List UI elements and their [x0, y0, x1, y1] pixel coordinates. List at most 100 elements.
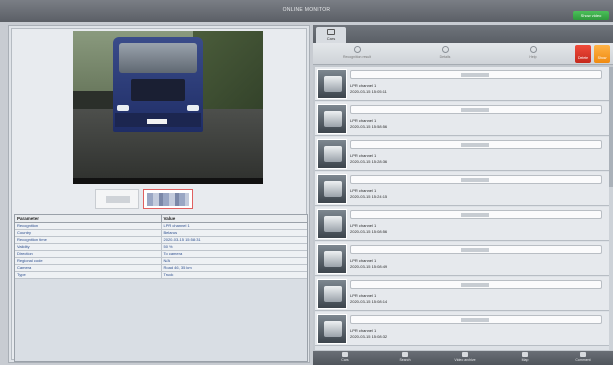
- map-icon: [522, 352, 528, 357]
- tool-label: Recognition result: [342, 55, 371, 59]
- param-name: Camera: [15, 264, 161, 272]
- vehicle-thumbnail: [317, 209, 347, 239]
- recognition-result-button[interactable]: Recognition result: [337, 46, 377, 59]
- bottom-map-button[interactable]: Map: [505, 352, 545, 362]
- help-button[interactable]: Help: [513, 46, 553, 59]
- vehicle-photo[interactable]: [73, 31, 263, 184]
- blurred-plate: [147, 193, 189, 206]
- blurred-plate: [461, 108, 489, 112]
- channel-label: LPR channel 1: [350, 328, 377, 333]
- table-row[interactable]: Direction To camera: [15, 250, 307, 258]
- bottom-label: Cars: [341, 358, 349, 362]
- vehicle-thumbnail: [317, 244, 347, 274]
- list-item[interactable]: LPR channel 1 2020-03-15 15:08:14: [315, 277, 611, 311]
- tab-label: Cars: [326, 36, 336, 41]
- list-item[interactable]: LPR channel 1 2020-03-15 15:24:15: [315, 172, 611, 206]
- timestamp: 2020-03-15 15:58:56: [350, 124, 388, 129]
- list-item[interactable]: LPR channel 1 2020-03-15 15:08:32: [315, 312, 611, 346]
- show-button[interactable]: Show: [594, 45, 610, 63]
- plate-thumbnail-2[interactable]: [143, 189, 193, 209]
- table-row[interactable]: Validity 50 %: [15, 243, 307, 251]
- photo-trees: [193, 31, 263, 111]
- plate-thumbnail-1[interactable]: [95, 189, 139, 209]
- param-name: Recognition time: [15, 236, 161, 244]
- vehicle-thumbnail: [317, 279, 347, 309]
- plate-field: [350, 140, 602, 149]
- param-value: 2020-03-15 15:58:31: [160, 236, 307, 244]
- bottom-label: Video archive: [454, 358, 476, 362]
- table-row[interactable]: Regional code N/A: [15, 257, 307, 265]
- details-button[interactable]: Details: [425, 46, 465, 59]
- vehicle-shape: [324, 216, 342, 232]
- bottom-search-button[interactable]: Search: [385, 352, 425, 362]
- table-row[interactable]: Recognition LPR channel 1: [15, 222, 307, 230]
- timestamp: 2020-03-15 15:08:14: [350, 299, 388, 304]
- truck-windshield: [119, 43, 197, 73]
- list-item[interactable]: LPR channel 1 2020-03-15 15:58:56: [315, 102, 611, 136]
- param-value: LPR channel 1: [160, 222, 307, 230]
- vehicle-shape: [324, 76, 342, 92]
- blurred-plate: [461, 73, 489, 77]
- bottom-cars-button[interactable]: Cars: [325, 352, 365, 362]
- bottom-comment-button[interactable]: Comment: [563, 352, 603, 362]
- channel-label: LPR channel 1: [350, 153, 377, 158]
- scrollbar-thumb[interactable]: [609, 67, 613, 187]
- list-item[interactable]: LPR channel 1 2020-03-15 15:28:36: [315, 137, 611, 171]
- bottom-label: Comment: [575, 358, 591, 362]
- tab-cars[interactable]: Cars: [316, 27, 346, 43]
- list-scrollbar[interactable]: [609, 67, 613, 350]
- truck-headlight-right: [187, 105, 199, 111]
- list-item[interactable]: LPR channel 1 2020-03-15 15:05:11: [315, 67, 611, 101]
- blurred-plate: [461, 143, 489, 147]
- blurred-plate: [461, 178, 489, 182]
- channel-label: LPR channel 1: [350, 293, 377, 298]
- bottom-bar: Cars Search Video archive Map Comment: [313, 351, 613, 365]
- bottom-label: Search: [399, 358, 411, 362]
- plate-field: [350, 105, 602, 114]
- video-icon: [462, 352, 468, 357]
- vehicle-thumbnail: [317, 69, 347, 99]
- table-row[interactable]: Country Belarus: [15, 229, 307, 237]
- truck-grille: [131, 79, 185, 101]
- left-panel: Parameter Value Recognition LPR channel 1…: [8, 25, 310, 363]
- bottom-video-archive-button[interactable]: Video archive: [445, 352, 485, 362]
- table-row[interactable]: Camera Road 46, 35 km: [15, 264, 307, 272]
- comment-icon: [580, 352, 586, 357]
- vehicle-thumbnail: [317, 174, 347, 204]
- param-name: Type: [15, 271, 161, 279]
- plate-field: [350, 245, 602, 254]
- recognition-icon: [353, 46, 361, 53]
- timestamp: 2020-03-15 15:08:49: [350, 264, 388, 269]
- param-name: Direction: [15, 250, 161, 258]
- delete-button[interactable]: Delete: [575, 45, 591, 63]
- param-value: Truck: [160, 271, 307, 279]
- vehicle-shape: [324, 321, 342, 337]
- timestamp: 2020-03-15 15:08:56: [350, 229, 388, 234]
- table-header-row: Parameter Value: [15, 215, 307, 223]
- plate-field: [350, 70, 602, 79]
- channel-label: LPR channel 1: [350, 118, 377, 123]
- channel-label: LPR channel 1: [350, 258, 377, 263]
- vehicle-shape: [324, 146, 342, 162]
- parameters-table: Parameter Value Recognition LPR channel 1…: [14, 214, 308, 362]
- param-value: To camera: [160, 250, 307, 258]
- param-name: Recognition: [15, 222, 161, 230]
- vehicle-shape: [324, 111, 342, 127]
- vehicle-thumbnail: [317, 314, 347, 344]
- list-item[interactable]: LPR channel 1 2020-03-15 15:08:49: [315, 242, 611, 276]
- bottom-label: Map: [521, 358, 529, 362]
- list-item[interactable]: LPR channel 1 2020-03-15 15:08:56: [315, 207, 611, 241]
- channel-label: LPR channel 1: [350, 223, 377, 228]
- detail-area: Parameter Value Recognition LPR channel 1…: [11, 28, 308, 362]
- param-name: Validity: [15, 243, 161, 251]
- license-plate: [147, 119, 167, 124]
- column-header-parameter: Parameter: [15, 215, 161, 223]
- tab-bar: Cars: [313, 25, 613, 43]
- param-value: Belarus: [160, 229, 307, 237]
- blurred-plate: [461, 213, 489, 217]
- table-row[interactable]: Recognition time 2020-03-15 15:58:31: [15, 236, 307, 244]
- right-panel: Cars Recognition result Details Help Del…: [313, 25, 613, 365]
- table-row[interactable]: Type Truck: [15, 271, 307, 279]
- timestamp: 2020-03-15 15:05:11: [350, 89, 387, 94]
- show-video-button[interactable]: Show video: [573, 11, 609, 20]
